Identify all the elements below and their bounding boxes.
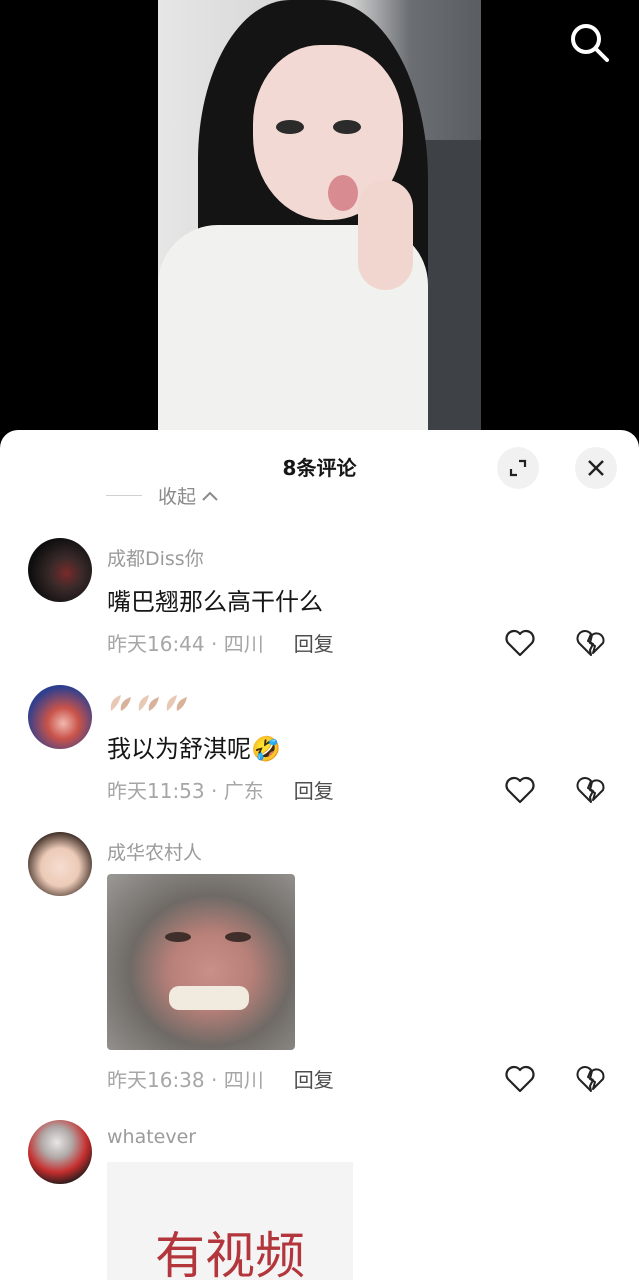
image-detail — [165, 932, 191, 942]
comment-sheet: 8条评论 收起 成都Diss你 嘴巴翘那么高干什么 昨天16:44 · 四川 回… — [0, 430, 639, 1280]
chevron-up-icon — [202, 491, 218, 501]
comment-text: 嘴巴翘那么高干什么 — [107, 588, 323, 616]
leaf-icon — [110, 695, 187, 711]
avatar[interactable] — [28, 1120, 92, 1184]
comment-text: 我以为舒淇呢🤣 — [107, 735, 281, 763]
video-eye-left — [276, 120, 304, 134]
comment-nickname-leaf-icons[interactable] — [107, 691, 193, 720]
avatar[interactable] — [28, 832, 92, 896]
comment-meta: 昨天11:53 · 广东 回复 — [107, 775, 334, 804]
reply-button[interactable]: 回复 — [294, 628, 334, 657]
heart-icon[interactable] — [504, 628, 536, 658]
broken-heart-icon[interactable] — [575, 1064, 607, 1094]
expand-button[interactable] — [497, 447, 539, 489]
collapse-replies[interactable]: 收起 — [106, 482, 220, 509]
close-button[interactable] — [575, 447, 617, 489]
comment-image[interactable] — [107, 874, 295, 1050]
sheet-title: 8条评论 — [282, 456, 357, 480]
heart-icon[interactable] — [504, 1064, 536, 1094]
video-thumbnail-caption: 有视频 — [155, 1227, 305, 1280]
comment-time-location: 昨天11:53 · 广东 — [107, 779, 264, 803]
search-icon[interactable] — [567, 20, 613, 66]
broken-heart-icon[interactable] — [575, 628, 607, 658]
comment-time-location: 昨天16:38 · 四川 — [107, 1068, 264, 1092]
video-hand — [358, 180, 413, 290]
avatar[interactable] — [28, 685, 92, 749]
video-eye-right — [333, 120, 361, 134]
video-lips — [328, 175, 358, 211]
reply-button[interactable]: 回复 — [294, 1064, 334, 1093]
screen: 8条评论 收起 成都Diss你 嘴巴翘那么高干什么 昨天16:44 · 四川 回… — [0, 0, 639, 1280]
comment-video-thumbnail[interactable]: 有视频 — [107, 1162, 353, 1280]
collapse-label: 收起 — [158, 486, 197, 508]
reply-button[interactable]: 回复 — [294, 775, 334, 804]
expand-icon — [509, 459, 527, 477]
collapse-divider — [106, 495, 142, 496]
close-icon — [588, 460, 604, 476]
heart-icon[interactable] — [504, 775, 536, 805]
comment-nickname[interactable]: whatever — [107, 1126, 196, 1148]
broken-heart-icon[interactable] — [575, 775, 607, 805]
comment-meta: 昨天16:44 · 四川 回复 — [107, 628, 334, 657]
avatar[interactable] — [28, 538, 92, 602]
comment-meta: 昨天16:38 · 四川 回复 — [107, 1064, 334, 1093]
comment-nickname[interactable]: 成都Diss你 — [107, 544, 204, 571]
image-detail — [169, 986, 249, 1010]
image-detail — [225, 932, 251, 942]
comment-nickname[interactable]: 成华农村人 — [107, 838, 202, 865]
video-player[interactable] — [158, 0, 481, 440]
comment-time-location: 昨天16:44 · 四川 — [107, 632, 264, 656]
